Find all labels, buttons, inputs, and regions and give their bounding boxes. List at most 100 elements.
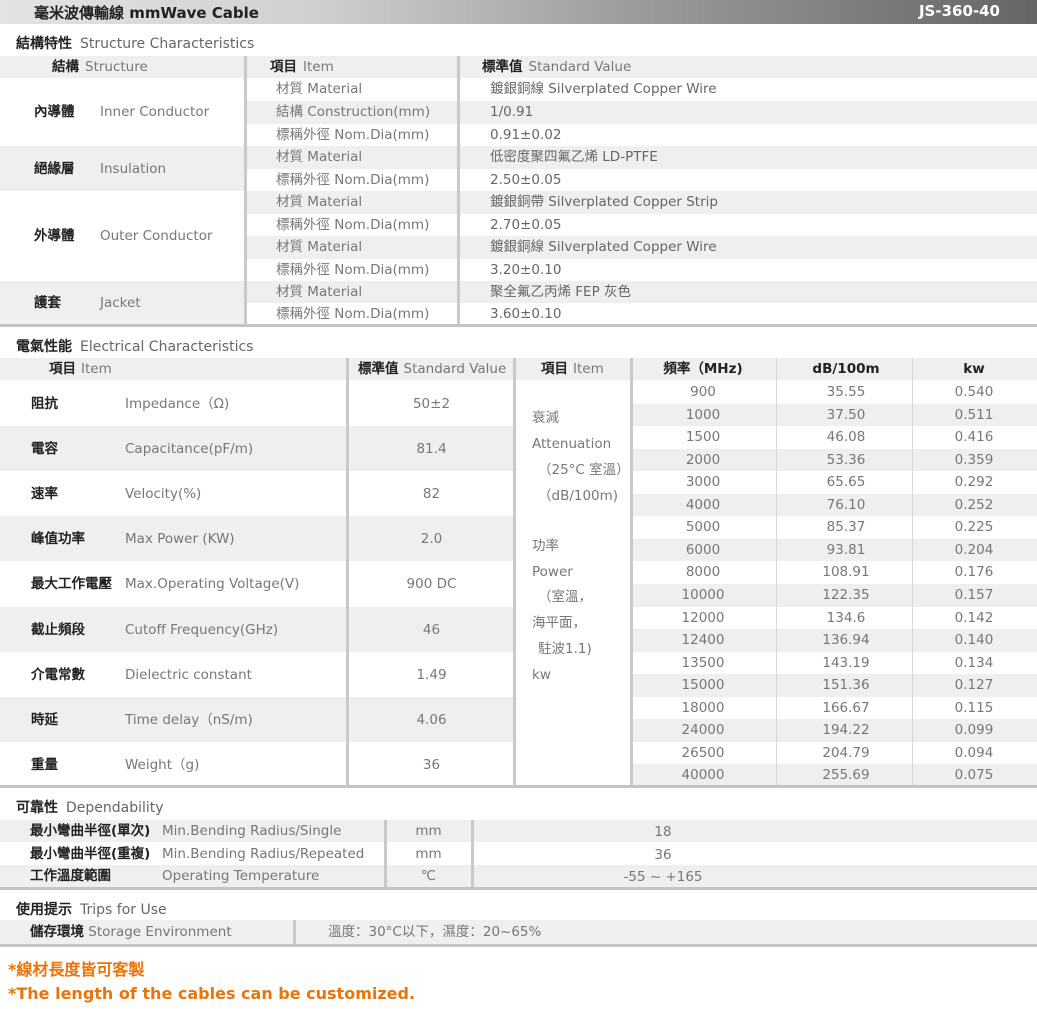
attenuation-value: 122.35 — [822, 587, 870, 603]
power-value: 0.094 — [954, 745, 994, 761]
tips-bottom-line — [0, 944, 1037, 947]
frequency-value: 6000 — [685, 542, 721, 558]
header-bar: 毫米波傳輸線 mmWave Cable JS-360-40 — [0, 0, 1037, 24]
electrical-header-item: 項目 Item — [49, 361, 112, 377]
electrical-header-value: 標準值 Standard Value — [358, 361, 507, 377]
electrical-prop-zh: 介電常數 — [31, 666, 85, 683]
power-label: Power — [532, 564, 573, 580]
electrical-divider-1 — [346, 358, 349, 786]
dependability-zh: 最小彎曲半徑(重複) — [30, 846, 151, 862]
note-customizable-zh: *線材長度皆可客製 — [8, 960, 145, 979]
power-value: 0.252 — [954, 497, 994, 513]
structure-row-item: 材質 Material — [276, 194, 363, 210]
attenuation-value: 93.81 — [826, 542, 866, 558]
electrical-prop-en: Capacitance(pF/m) — [125, 440, 254, 457]
electrical-header-kw: kw — [963, 361, 985, 377]
power-label: 功率 — [532, 538, 559, 554]
power-label: kw — [532, 667, 551, 683]
attenuation-label: Attenuation — [532, 436, 612, 452]
power-value: 0.359 — [954, 452, 994, 468]
structure-row-item: 標稱外徑 Nom.Dia(mm) — [276, 172, 430, 188]
dependability-en: Min.Bending Radius/Repeated — [162, 846, 365, 862]
dependability-divider-2 — [471, 820, 474, 888]
note-customizable-en: *The length of the cables can be customi… — [8, 984, 416, 1003]
attenuation-value: 65.65 — [826, 474, 866, 490]
structure-row-item: 標稱外徑 Nom.Dia(mm) — [276, 262, 430, 278]
frequency-value: 3000 — [685, 474, 721, 490]
frequency-value: 900 — [690, 384, 716, 400]
electrical-prop-zh: 阻抗 — [31, 395, 58, 412]
frequency-value: 5000 — [685, 519, 721, 535]
structure-row-value: 鍍銀銅線 Silverplated Copper Wire — [490, 81, 717, 97]
power-value: 0.140 — [954, 632, 994, 648]
attenuation-value: 37.50 — [826, 407, 866, 423]
attenuation-label: （25°C 室溫） — [538, 462, 630, 478]
attenuation-value: 134.6 — [826, 610, 866, 626]
frequency-value: 1000 — [685, 407, 721, 423]
structure-row-value: 3.60±0.10 — [490, 306, 562, 322]
electrical-prop-value: 82 — [422, 485, 441, 502]
frequency-value: 12400 — [681, 632, 725, 648]
storage-divider — [293, 920, 296, 944]
page-title: 毫米波傳輸線 mmWave Cable — [34, 4, 259, 22]
structure-divider-1 — [244, 56, 247, 325]
structure-row — [244, 281, 1037, 303]
attenuation-value: 76.10 — [826, 497, 866, 513]
structure-header-structure: 結構 Structure — [52, 59, 148, 75]
frequency-value: 8000 — [685, 564, 721, 580]
electrical-prop-zh: 時延 — [31, 711, 58, 728]
structure-row-value: 2.50±0.05 — [490, 172, 562, 188]
electrical-prop-zh: 峰值功率 — [31, 530, 85, 547]
electrical-prop-en: Dielectric constant — [125, 666, 252, 683]
attenuation-value: 108.91 — [822, 564, 870, 580]
electrical-divider-4 — [776, 358, 777, 786]
power-value: 0.511 — [954, 407, 994, 423]
dependability-en: Min.Bending Radius/Single — [162, 823, 342, 839]
electrical-prop-value: 50±2 — [412, 395, 451, 412]
electrical-header-freq: 頻率（MHz) — [663, 361, 743, 377]
attenuation-value: 194.22 — [822, 722, 870, 738]
power-value: 0.292 — [954, 474, 994, 490]
structure-row-value: 0.91±0.02 — [490, 127, 562, 143]
frequency-value: 1500 — [685, 429, 721, 445]
dependability-value: -55 ~ +165 — [623, 869, 703, 885]
power-value: 0.416 — [954, 429, 994, 445]
dependability-unit: mm — [415, 823, 442, 839]
structure-row-item: 材質 Material — [276, 149, 363, 165]
structure-row-item: 標稱外徑 Nom.Dia(mm) — [276, 217, 430, 233]
frequency-value: 40000 — [681, 767, 725, 783]
electrical-prop-value: 900 DC — [406, 576, 457, 592]
dependability-unit: mm — [415, 846, 442, 862]
dependability-section-title: 可靠性 Dependability — [16, 800, 164, 816]
attenuation-label: （dB/100m) — [538, 488, 619, 504]
structure-row-item: 材質 Material — [276, 239, 363, 255]
dependability-value: 36 — [654, 847, 672, 863]
frequency-value: 4000 — [685, 497, 721, 513]
electrical-divider-3 — [630, 358, 633, 786]
electrical-prop-zh: 速率 — [31, 485, 58, 502]
electrical-prop-value: 1.49 — [416, 666, 447, 683]
power-value: 0.134 — [954, 655, 994, 671]
electrical-section-title: 電氣性能 Electrical Characteristics — [16, 339, 254, 355]
electrical-prop-value: 36 — [422, 756, 441, 773]
electrical-prop-zh: 電容 — [31, 440, 58, 457]
electrical-prop-en: Time delay（nS/m) — [125, 711, 253, 728]
dependability-value: 18 — [654, 824, 672, 840]
electrical-prop-en: Cutoff Frequency(GHz) — [125, 621, 279, 638]
frequency-value: 18000 — [681, 700, 725, 716]
structure-section-title: 結構特性 Structure Characteristics — [16, 36, 255, 52]
electrical-bottom-line — [0, 785, 1037, 788]
structure-row-value: 鍍銀銅線 Silverplated Copper Wire — [490, 239, 717, 255]
power-value: 0.127 — [954, 677, 994, 693]
power-value: 0.142 — [954, 610, 994, 626]
structure-row-item: 標稱外徑 Nom.Dia(mm) — [276, 127, 430, 143]
frequency-value: 13500 — [681, 655, 725, 671]
storage-label: 儲存環境 Storage Environment — [30, 924, 232, 940]
electrical-prop-value: 81.4 — [416, 440, 447, 457]
structure-row-value: 3.20±0.10 — [490, 262, 562, 278]
attenuation-value: 143.19 — [822, 655, 870, 671]
tips-section-title: 使用提示 Trips for Use — [16, 902, 167, 918]
attenuation-value: 35.55 — [826, 384, 866, 400]
structure-group-label: 內導體 Inner Conductor — [34, 104, 210, 120]
attenuation-value: 136.94 — [822, 632, 870, 648]
